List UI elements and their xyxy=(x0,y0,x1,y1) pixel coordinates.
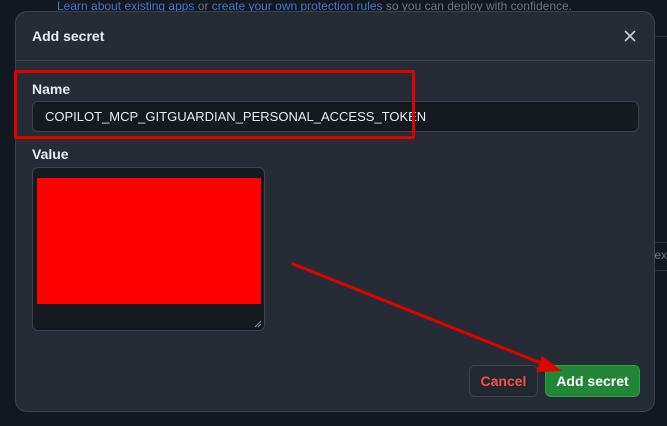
add-secret-dialog: Add secret Name COPILOT_MCP_GITGUARDIAN_… xyxy=(14,11,655,412)
resize-handle-icon[interactable] xyxy=(254,320,262,328)
close-icon xyxy=(624,30,636,42)
background-divider xyxy=(655,242,667,243)
secret-value-textarea[interactable] xyxy=(32,167,265,331)
background-fragment: ex xyxy=(654,248,667,262)
page: Learn about existing apps or create your… xyxy=(0,0,667,426)
dialog-header: Add secret xyxy=(16,12,654,61)
close-button[interactable] xyxy=(618,24,642,48)
background-divider xyxy=(655,36,667,37)
background-left-edge xyxy=(0,0,14,426)
dialog-title: Add secret xyxy=(32,28,105,44)
background-divider xyxy=(655,270,667,271)
background-right-edge xyxy=(655,12,667,426)
secret-name-input[interactable]: COPILOT_MCP_GITGUARDIAN_PERSONAL_ACCESS_… xyxy=(32,101,639,132)
value-label: Value xyxy=(32,146,69,162)
cancel-button[interactable]: Cancel xyxy=(469,365,538,397)
value-redaction-block xyxy=(37,178,261,304)
name-label: Name xyxy=(32,81,71,97)
add-secret-button[interactable]: Add secret xyxy=(545,365,640,397)
